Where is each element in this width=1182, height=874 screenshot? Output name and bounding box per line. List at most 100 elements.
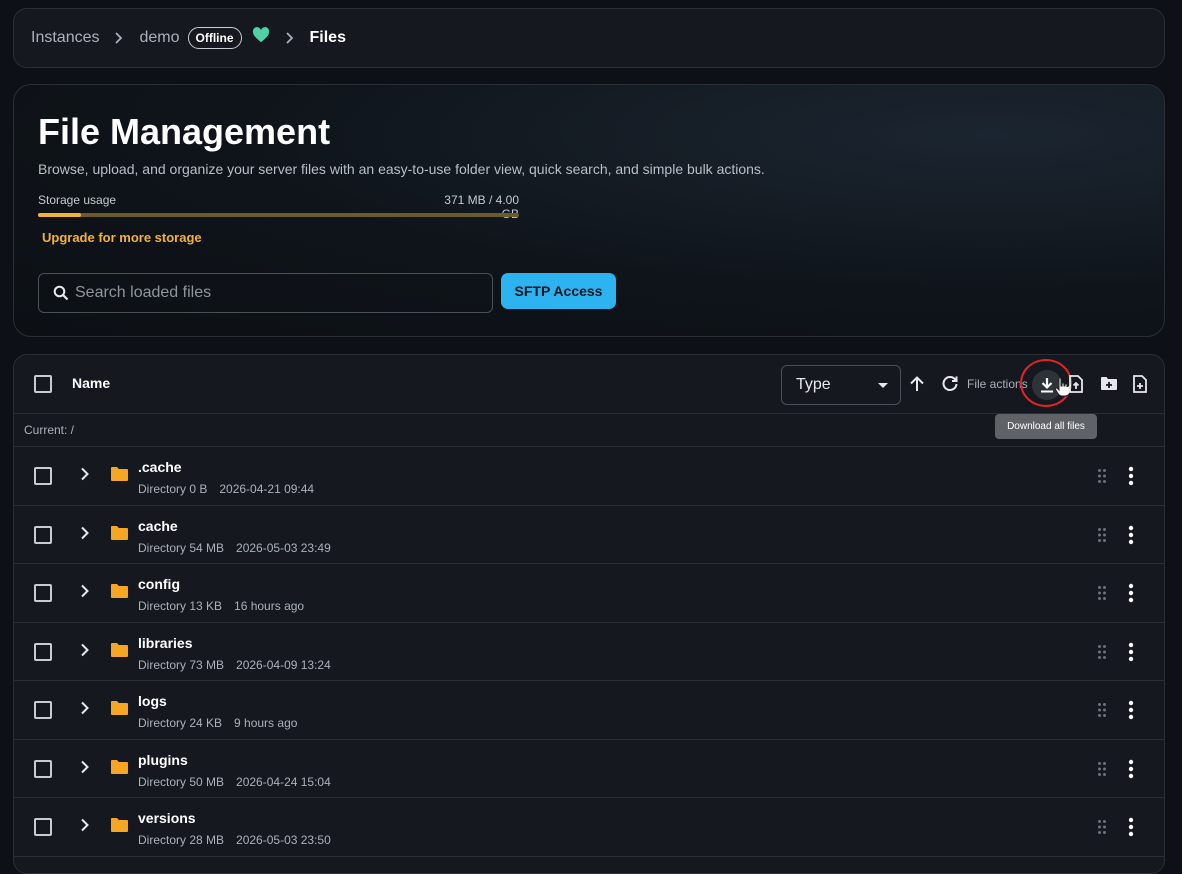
file-meta: Directory 28 MB 2026-05-03 23:50 [138,833,331,847]
drag-handle-icon[interactable] [1097,702,1107,723]
heart-icon [252,27,270,43]
row-checkbox[interactable] [34,818,52,836]
arrow-up-icon [909,375,925,393]
chevron-right-icon[interactable] [80,701,90,720]
chevron-right-icon[interactable] [80,584,90,603]
file-meta: Directory 54 MB 2026-05-03 23:49 [138,541,331,555]
new-folder-button[interactable] [1100,376,1118,391]
chevron-right-icon[interactable] [80,467,90,486]
table-row[interactable]: libraries Directory 73 MB 2026-04-09 13:2… [14,623,1164,681]
breadcrumb-files: Files [309,29,346,46]
folder-icon [110,642,129,663]
page-description: Browse, upload, and organize your server… [38,161,765,177]
table-row[interactable]: logs Directory 24 KB 9 hours ago [14,681,1164,740]
file-name[interactable]: cache [138,518,178,534]
file-meta: Directory 13 KB 16 hours ago [138,599,304,613]
sftp-access-button[interactable]: SFTP Access [501,273,616,309]
file-meta: Directory 24 KB 9 hours ago [138,716,297,730]
column-header-name[interactable]: Name [72,375,110,391]
select-all-checkbox[interactable] [34,375,52,393]
row-checkbox[interactable] [34,525,52,544]
file-type-size: Directory 50 MB [138,774,225,789]
file-modified: 2026-05-03 23:50 [236,833,331,847]
file-type-size: Directory 24 KB [138,716,223,730]
chevron-right-icon[interactable] [80,526,90,545]
search-input[interactable] [73,283,473,303]
file-plus-icon [1132,375,1148,393]
file-name[interactable]: plugins [138,752,188,768]
file-meta: Directory 0 B 2026-04-21 09:44 [138,482,314,496]
more-options-icon[interactable] [1128,642,1134,667]
row-checkbox[interactable] [34,467,52,485]
drag-handle-icon[interactable] [1097,644,1107,665]
more-options-icon[interactable] [1128,583,1134,608]
storage-usage-label: Storage usage [38,193,117,207]
folder-plus-icon [1100,376,1118,391]
table-row[interactable]: plugins Directory 50 MB 2026-04-24 15:04 [14,740,1164,798]
drag-handle-icon[interactable] [1097,761,1107,782]
file-name[interactable]: versions [138,810,196,826]
file-type-size: Directory 0 B [138,482,208,496]
file-modified: 2026-04-09 13:24 [236,657,331,672]
drag-handle-icon[interactable] [1097,585,1107,606]
refresh-button[interactable] [941,375,959,393]
download-all-tooltip: Download all files [995,414,1097,439]
breadcrumb: Instances demo Offline Files [13,8,1165,68]
drag-handle-icon[interactable] [1097,468,1107,489]
chevron-right-icon [114,32,124,44]
chevron-right-icon[interactable] [80,760,90,779]
file-modified: 2026-05-03 23:49 [236,540,331,555]
file-modified: 16 hours ago [234,599,305,613]
file-modified: 2026-04-21 09:44 [219,482,315,496]
table-row[interactable]: .cache Directory 0 B 2026-04-21 09:44 [14,447,1164,506]
file-type-size: Directory 54 MB [138,540,225,555]
file-upload-icon [1068,375,1084,393]
drag-handle-icon[interactable] [1097,527,1107,548]
file-type-size: Directory 28 MB [138,833,225,847]
file-modified: 9 hours ago [234,716,298,730]
storage-progress-bar [38,213,519,217]
file-modified: 2026-04-24 15:04 [236,774,331,789]
upload-file-button[interactable] [1068,375,1084,393]
folder-icon [110,466,129,487]
current-path: Current: / [14,414,1164,447]
folder-icon [110,583,129,604]
file-meta: Directory 50 MB 2026-04-24 15:04 [138,775,331,789]
table-header: Name Type File actions Download all file… [14,355,1164,439]
breadcrumb-demo[interactable]: demo [139,29,179,47]
more-options-icon[interactable] [1128,700,1134,725]
file-name[interactable]: logs [138,693,167,709]
chevron-right-icon[interactable] [80,818,90,837]
folder-icon [110,525,129,546]
more-options-icon[interactable] [1128,759,1134,784]
file-type-size: Directory 13 KB [138,599,223,613]
row-checkbox[interactable] [34,701,52,719]
drag-handle-icon[interactable] [1097,819,1107,840]
table-row[interactable]: cache Directory 54 MB 2026-05-03 23:49 [14,506,1164,564]
file-name[interactable]: .cache [138,459,182,475]
row-checkbox[interactable] [34,642,52,661]
caret-down-icon [878,383,888,388]
new-file-button[interactable] [1132,375,1148,393]
refresh-icon [941,375,959,393]
row-checkbox[interactable] [34,759,52,778]
sort-type-value: Type [796,376,831,393]
table-row[interactable]: versions Directory 28 MB 2026-05-03 23:50 [14,798,1164,857]
more-options-icon[interactable] [1128,525,1134,550]
more-options-icon[interactable] [1128,817,1134,842]
more-options-icon[interactable] [1128,466,1134,491]
table-row[interactable]: config Directory 13 KB 16 hours ago [14,564,1164,623]
chevron-right-icon[interactable] [80,643,90,662]
file-name[interactable]: config [138,576,180,592]
folder-icon [110,817,129,838]
breadcrumb-instances[interactable]: Instances [31,29,99,47]
search-icon [53,285,69,301]
storage-progress-fill [38,213,82,217]
file-name[interactable]: libraries [138,635,192,651]
upgrade-storage-link[interactable]: Upgrade for more storage [42,230,202,245]
file-meta: Directory 73 MB 2026-04-09 13:24 [138,658,331,672]
row-checkbox[interactable] [34,584,52,602]
sort-type-select[interactable]: Type [781,365,901,405]
file-list: .cache Directory 0 B 2026-04-21 09:44 cac… [14,447,1164,857]
sort-direction-button[interactable] [909,375,925,393]
